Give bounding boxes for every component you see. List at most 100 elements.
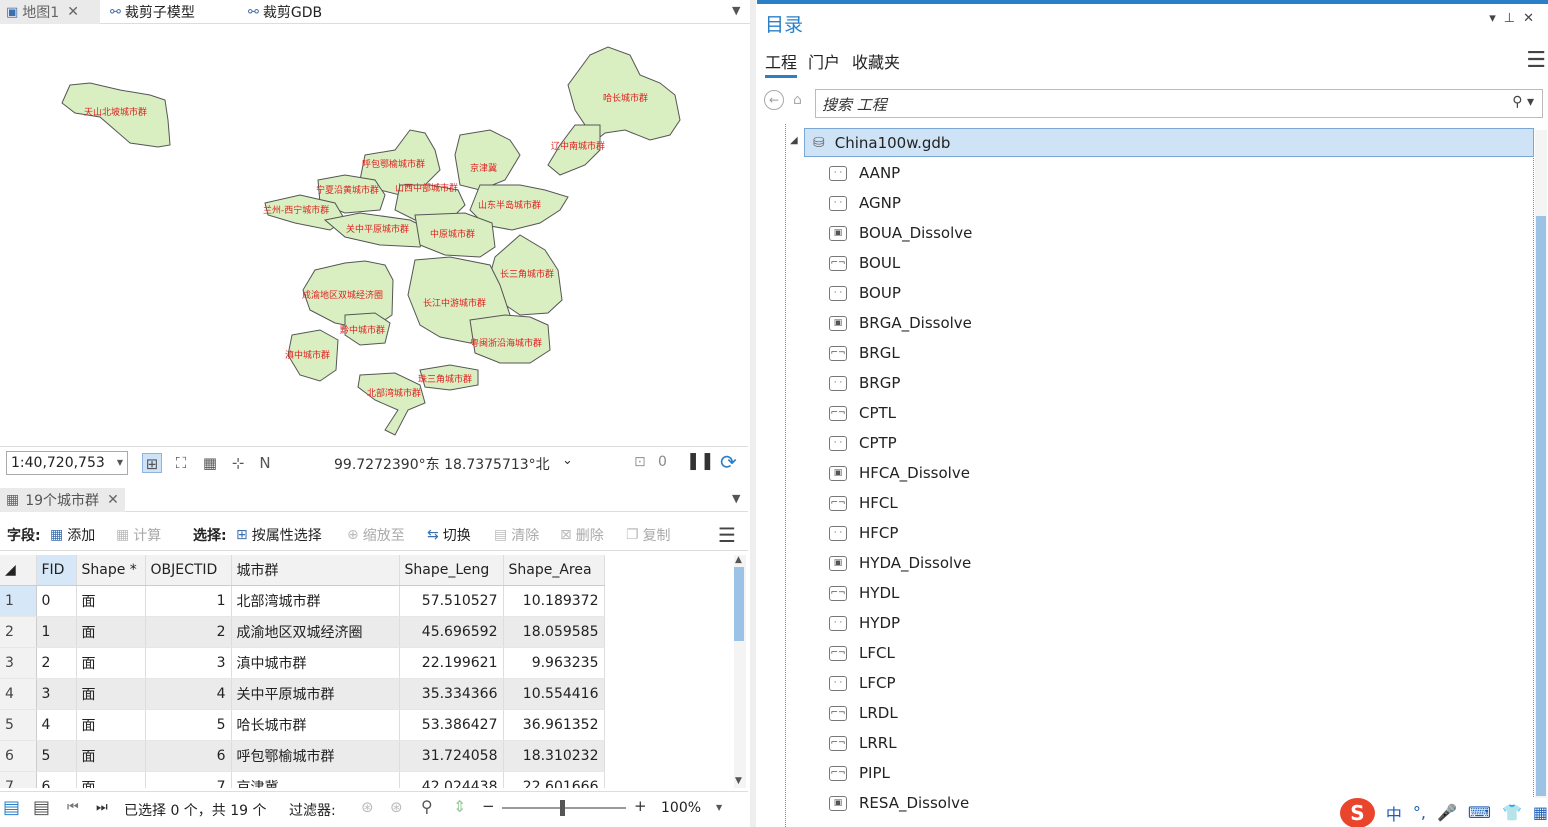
cell-name[interactable]: 京津冀 bbox=[231, 771, 400, 788]
tree-item-feature-class[interactable]: · · HFCP bbox=[829, 518, 898, 548]
zoom-to-button[interactable]: ⊕ 缩放至 bbox=[347, 525, 405, 545]
row-number[interactable]: 5 bbox=[0, 709, 37, 741]
cell-name[interactable]: 关中平原城市群 bbox=[231, 678, 400, 710]
scrollbar-thumb[interactable] bbox=[1536, 216, 1546, 796]
cell-objectid[interactable]: 3 bbox=[145, 647, 232, 679]
row-number[interactable]: 2 bbox=[0, 616, 37, 648]
menu-icon[interactable]: ☰ bbox=[1526, 48, 1546, 73]
cell-objectid[interactable]: 4 bbox=[145, 678, 232, 710]
show-selected-records-icon[interactable]: ▤ bbox=[33, 797, 50, 818]
zoom-in-icon[interactable]: + bbox=[634, 797, 647, 815]
scale-selector[interactable]: 1:40,720,753 ▼ bbox=[6, 451, 128, 475]
cell-shape[interactable]: 面 bbox=[76, 709, 146, 741]
filter-icon[interactable]: ⚲ bbox=[421, 797, 433, 816]
tree-item-feature-class[interactable]: ⌐¬ LRDL bbox=[829, 698, 898, 728]
scroll-down-icon[interactable]: ▼ bbox=[735, 776, 742, 786]
row-number[interactable]: 7 bbox=[0, 771, 37, 788]
table-row[interactable]: 4 3 面 4 关中平原城市群 35.334366 10.554416 bbox=[0, 678, 605, 710]
column-header-objectid[interactable]: OBJECTID bbox=[145, 555, 232, 586]
table-row[interactable]: 6 5 面 6 呼包鄂榆城市群 31.724058 18.310232 bbox=[0, 740, 605, 772]
cell-shape-leng[interactable]: 57.510527 bbox=[399, 585, 504, 617]
switch-selection-button[interactable]: ⇆ 切换 bbox=[427, 525, 471, 545]
tree-item-feature-class[interactable]: · · AGNP bbox=[829, 188, 901, 218]
row-number[interactable]: 6 bbox=[0, 740, 37, 772]
tab-clip-gdb[interactable]: ⚯ 裁剪GDB bbox=[248, 0, 358, 24]
sogou-logo[interactable]: S bbox=[1340, 797, 1375, 827]
cell-name[interactable]: 成渝地区双城经济圈 bbox=[231, 616, 400, 648]
tree-item-feature-class[interactable]: ⌐¬ LFCL bbox=[829, 638, 895, 668]
cell-shape-area[interactable]: 18.059585 bbox=[503, 616, 605, 648]
cell-fid[interactable]: 2 bbox=[36, 647, 77, 679]
cell-fid[interactable]: 4 bbox=[36, 709, 77, 741]
cell-objectid[interactable]: 7 bbox=[145, 771, 232, 788]
cell-shape[interactable]: 面 bbox=[76, 616, 146, 648]
row-number[interactable]: 1 bbox=[0, 585, 37, 617]
cell-objectid[interactable]: 1 bbox=[145, 585, 232, 617]
map-view[interactable]: 天山北坡城市群 哈长城市群 辽中南城市群 呼包鄂榆城市群 京津冀 宁夏沿黄城市群… bbox=[0, 25, 748, 446]
close-icon[interactable]: ✕ bbox=[67, 4, 79, 20]
home-icon[interactable]: ⌂ bbox=[793, 92, 802, 108]
table-scrollbar[interactable]: ▲ ▼ bbox=[734, 555, 746, 788]
tab-attribute-table[interactable]: ▦ 19个城市群 ✕ bbox=[0, 488, 125, 512]
last-record-icon[interactable]: ⏭ bbox=[96, 800, 108, 815]
table-row[interactable]: 3 2 面 3 滇中城市群 22.199621 9.963235 bbox=[0, 647, 605, 679]
ime-mode[interactable]: 中 bbox=[1386, 801, 1402, 825]
tree-item-feature-class[interactable]: · · CPTP bbox=[829, 428, 897, 458]
refresh-icon[interactable]: ⟳ bbox=[720, 450, 737, 474]
cell-name[interactable]: 哈长城市群 bbox=[231, 709, 400, 741]
delete-button[interactable]: ⊠ 删除 bbox=[560, 525, 604, 545]
first-record-icon[interactable]: ⏮ bbox=[67, 800, 79, 815]
row-number[interactable]: 3 bbox=[0, 647, 37, 679]
tree-item-feature-class[interactable]: ⌐¬ CPTL bbox=[829, 398, 896, 428]
tree-item-feature-class[interactable]: ▣ BOUA_Dissolve bbox=[829, 218, 972, 248]
pause-icon[interactable]: ❚❚ bbox=[686, 451, 715, 471]
add-field-button[interactable]: ▦ 添加 bbox=[50, 525, 95, 545]
clear-selection-button[interactable]: ▤ 清除 bbox=[494, 525, 539, 545]
cell-shape-leng[interactable]: 45.696592 bbox=[399, 616, 504, 648]
tree-item-gdb[interactable]: ◢ ⛁ China100w.gdb bbox=[790, 128, 1534, 157]
catalog-scrollbar[interactable] bbox=[1535, 130, 1547, 827]
grid-icon[interactable]: ▦ bbox=[1533, 803, 1548, 822]
cell-name[interactable]: 呼包鄂榆城市群 bbox=[231, 740, 400, 772]
cell-shape[interactable]: 面 bbox=[76, 585, 146, 617]
cell-objectid[interactable]: 6 bbox=[145, 740, 232, 772]
zoom-out-icon[interactable]: − bbox=[482, 797, 495, 815]
tree-item-feature-class[interactable]: · · BRGP bbox=[829, 368, 900, 398]
cell-shape[interactable]: 面 bbox=[76, 771, 146, 788]
microphone-icon[interactable]: 🎤 bbox=[1437, 803, 1457, 822]
search-icon[interactable]: ⚲ ▾ bbox=[1512, 94, 1534, 110]
chevron-down-icon[interactable]: ▼ bbox=[732, 492, 740, 505]
column-header-fid[interactable]: FID bbox=[36, 555, 77, 586]
tree-item-feature-class[interactable]: ▣ BRGA_Dissolve bbox=[829, 308, 972, 338]
column-header-shape-leng[interactable]: Shape_Leng bbox=[399, 555, 504, 586]
cell-shape-area[interactable]: 10.189372 bbox=[503, 585, 605, 617]
constraints-icon[interactable]: ⊹ bbox=[228, 453, 248, 473]
cell-name[interactable]: 滇中城市群 bbox=[231, 647, 400, 679]
grid-icon[interactable]: ▦ bbox=[200, 453, 220, 473]
cell-shape-area[interactable]: 22.601666 bbox=[503, 771, 605, 788]
row-number[interactable]: 4 bbox=[0, 678, 37, 710]
table-row[interactable]: 1 0 面 1 北部湾城市群 57.510527 10.189372 bbox=[0, 585, 605, 617]
table-row[interactable]: 5 4 面 5 哈长城市群 53.386427 36.961352 bbox=[0, 709, 605, 741]
tree-item-feature-class[interactable]: ⌐¬ BRGL bbox=[829, 338, 900, 368]
cell-shape-leng[interactable]: 35.334366 bbox=[399, 678, 504, 710]
cell-shape-area[interactable]: 9.963235 bbox=[503, 647, 605, 679]
tab-project[interactable]: 工程 bbox=[765, 49, 798, 78]
tree-item-feature-class[interactable]: · · HYDP bbox=[829, 608, 900, 638]
cell-shape-leng[interactable]: 53.386427 bbox=[399, 709, 504, 741]
zoom-level[interactable]: 100% bbox=[661, 800, 701, 816]
scrollbar-thumb[interactable] bbox=[734, 567, 744, 641]
show-all-records-icon[interactable]: ▤ bbox=[3, 797, 20, 818]
pane-splitter[interactable] bbox=[750, 0, 756, 827]
tree-item-feature-class[interactable]: ⌐¬ PIPL bbox=[829, 758, 890, 788]
calculate-field-button[interactable]: ▦ 计算 bbox=[116, 525, 161, 545]
table-row[interactable]: 2 1 面 2 成渝地区双城经济圈 45.696592 18.059585 bbox=[0, 616, 605, 648]
cell-objectid[interactable]: 2 bbox=[145, 616, 232, 648]
tree-item-feature-class[interactable]: · · LFCP bbox=[829, 668, 896, 698]
keyboard-icon[interactable]: ⌨ bbox=[1468, 803, 1491, 822]
select-all-corner[interactable]: ◢ bbox=[0, 555, 37, 586]
tab-favorites[interactable]: 收藏夹 bbox=[852, 49, 900, 73]
zoom-slider-handle[interactable] bbox=[560, 800, 565, 816]
snapping-icon[interactable]: ⛶ bbox=[171, 453, 191, 473]
chevron-down-icon[interactable]: ▼ bbox=[716, 803, 722, 812]
